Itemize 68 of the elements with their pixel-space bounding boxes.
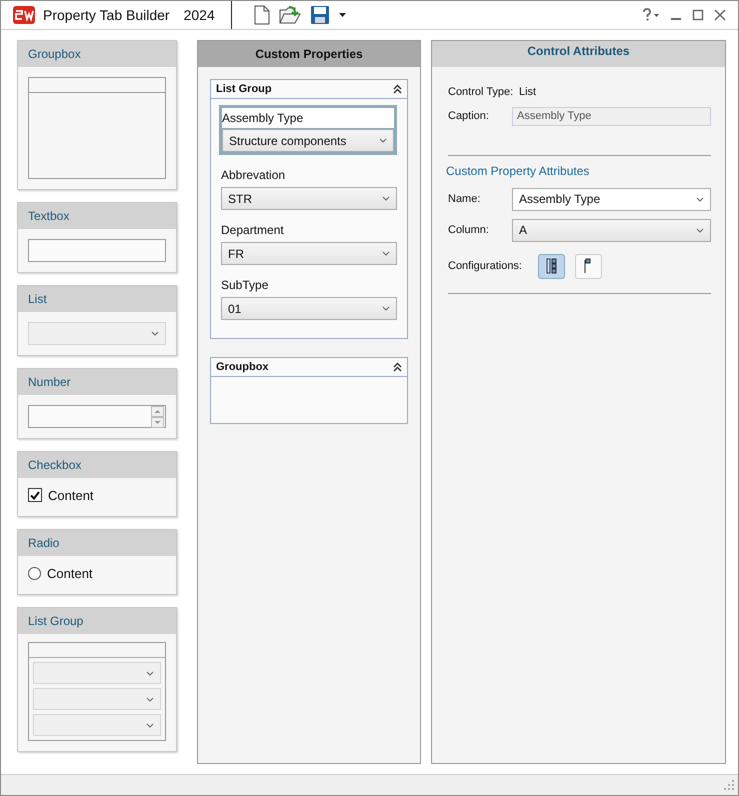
checkbox-label: Content [48, 488, 94, 502]
field-label: Name: [448, 193, 482, 205]
configuration-button[interactable] [575, 254, 602, 278]
chevron-icon [379, 138, 387, 143]
field-label: Assembly Type [222, 108, 394, 129]
field-label: Column: [448, 224, 490, 236]
chevron-icon [382, 196, 390, 201]
dropdown[interactable]: Structure components [222, 129, 394, 152]
configuration-button[interactable] [538, 254, 565, 278]
chevron-icon [696, 196, 704, 202]
group-title: List Group [216, 83, 272, 95]
group-title: Groupbox [216, 361, 269, 373]
dropdown[interactable]: FR [221, 242, 397, 265]
field-label: Configurations: [448, 260, 523, 272]
field-label: Caption: [448, 110, 490, 122]
chevron-icon [382, 251, 390, 256]
multi-config-icon [546, 258, 557, 274]
chevron-icon [696, 228, 704, 232]
palette-card[interactable]: Checkbox Content [17, 451, 177, 517]
card-title: Number [18, 369, 176, 395]
collapse-icon[interactable] [393, 84, 402, 94]
save-icon[interactable] [310, 5, 330, 25]
field-label: SubType [221, 277, 270, 294]
control-type-value: List [519, 86, 536, 98]
checkmark-icon [30, 490, 40, 500]
chevron-icon [382, 306, 390, 311]
section-title: Custom Property Attributes [446, 164, 590, 178]
collapse-icon[interactable] [393, 362, 402, 372]
field-label: Control Type: [448, 86, 514, 98]
field-label: Department [221, 222, 285, 239]
palette-card[interactable]: Groupbox [17, 40, 177, 190]
panel-title: Custom Properties [198, 41, 420, 67]
palette-card[interactable]: Number [17, 368, 177, 439]
dropdown[interactable]: A [512, 218, 711, 242]
spinner-icon [151, 406, 164, 428]
dropdown-caret-icon[interactable] [339, 12, 346, 18]
radio-label: Content [47, 566, 93, 580]
card-title: Checkbox [18, 452, 176, 478]
palette-card[interactable]: Radio Content [17, 529, 177, 595]
maximize-icon[interactable] [692, 9, 704, 21]
palette-card[interactable]: List [17, 285, 177, 356]
dropdown[interactable]: 01 [221, 297, 397, 320]
new-document-icon[interactable] [254, 5, 270, 25]
open-folder-icon[interactable] [279, 5, 301, 25]
chevron-icon [151, 331, 159, 336]
card-title: List Group [18, 608, 176, 634]
chevron-icon [146, 696, 154, 702]
window-title: Property Tab Builder [43, 7, 170, 23]
app-logo-icon [13, 5, 35, 25]
card-title: Textbox [18, 203, 176, 229]
field-label: Abbrevation [221, 167, 286, 184]
palette-card[interactable]: Textbox [17, 202, 177, 273]
dropdown[interactable]: STR [221, 187, 397, 210]
card-title: List [18, 286, 176, 312]
card-title: Groupbox [18, 41, 176, 67]
palette-card[interactable]: List Group [17, 607, 177, 752]
checkbox[interactable] [28, 488, 42, 502]
dropdown[interactable]: Assembly Type [512, 188, 711, 210]
chevron-icon [146, 670, 154, 676]
resize-grip-icon[interactable] [724, 780, 734, 790]
close-icon[interactable] [714, 9, 726, 21]
panel-title: Control Attributes [432, 41, 725, 67]
card-title: Radio [18, 530, 176, 556]
radio-button[interactable] [28, 566, 41, 580]
version-label: 2024 [184, 7, 215, 23]
caption-field[interactable]: Assembly Type [512, 106, 711, 126]
help-icon[interactable] [642, 8, 660, 22]
chevron-icon [146, 722, 154, 728]
